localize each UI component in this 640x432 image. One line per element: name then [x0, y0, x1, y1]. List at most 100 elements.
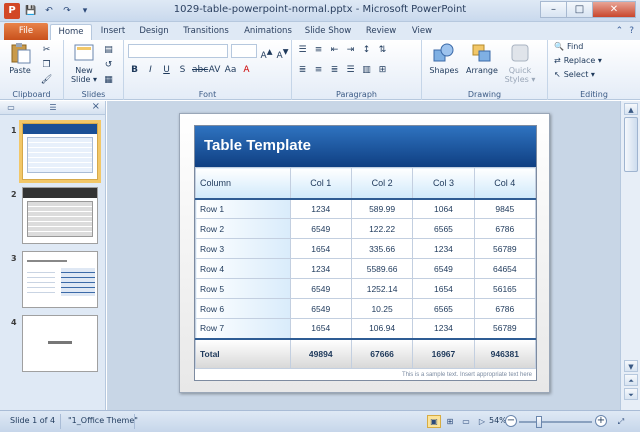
table-cell[interactable]: 6786: [473, 218, 537, 239]
bullets-icon[interactable]: ☰: [296, 44, 309, 57]
maximize-button[interactable]: □: [566, 1, 593, 18]
table-cell[interactable]: 6549: [289, 298, 352, 319]
align-center-icon[interactable]: ≡: [312, 64, 325, 77]
increase-indent-icon[interactable]: ⇥: [344, 44, 357, 57]
tab-design[interactable]: Design: [134, 24, 174, 40]
tab-home[interactable]: Home: [50, 24, 92, 40]
table-cell[interactable]: 6565: [412, 298, 475, 319]
table-cell[interactable]: 106.94: [350, 318, 414, 339]
numbering-icon[interactable]: ≡: [312, 44, 325, 57]
char-spacing-icon[interactable]: AV: [208, 64, 221, 77]
scroll-down-icon[interactable]: ▼: [624, 360, 638, 372]
table-cell[interactable]: 6549: [412, 258, 475, 279]
scroll-up-icon[interactable]: ▲: [624, 103, 638, 115]
current-slide[interactable]: Table Template Column Col 1 Col 2 Col 3 Col …: [179, 113, 550, 393]
italic-icon[interactable]: I: [144, 64, 157, 77]
zoom-out-button[interactable]: −: [505, 415, 517, 427]
table-row-label[interactable]: Total: [195, 337, 291, 369]
table-cell[interactable]: 9845: [473, 198, 537, 219]
outline-tab-icon[interactable]: ☰: [46, 103, 60, 113]
shapes-button[interactable]: Shapes: [426, 42, 462, 75]
close-button[interactable]: ✕: [592, 1, 636, 18]
table-cell[interactable]: Col 4: [473, 167, 537, 200]
table-cell[interactable]: 1252.14: [350, 278, 414, 299]
table-cell[interactable]: 6549: [289, 278, 352, 299]
theme-name[interactable]: "1_Office Theme": [68, 416, 138, 425]
find-button[interactable]: 🔍 Find: [554, 42, 583, 51]
grow-font-icon[interactable]: A▲: [260, 45, 273, 61]
table-cell[interactable]: 122.22: [350, 218, 414, 239]
line-spacing-icon[interactable]: ↕: [360, 44, 373, 57]
select-button[interactable]: ↖ Select ▾: [554, 70, 595, 79]
slide-thumbnail-1[interactable]: [19, 120, 101, 183]
slide-title[interactable]: Table Template: [204, 137, 311, 154]
tab-review[interactable]: Review: [362, 24, 400, 40]
columns-icon[interactable]: ▥: [360, 64, 373, 77]
new-slide-button[interactable]: New Slide ▾: [66, 42, 102, 84]
table-cell[interactable]: Col 3: [412, 167, 475, 200]
tab-insert[interactable]: Insert: [94, 24, 132, 40]
table-row-label[interactable]: Row 4: [195, 258, 291, 279]
slides-tab-icon[interactable]: ▭: [4, 103, 18, 113]
text-direction-icon[interactable]: ⇅: [376, 44, 389, 57]
table-row-label[interactable]: Row 6: [195, 298, 291, 319]
tab-transitions[interactable]: Transitions: [178, 24, 234, 40]
minimize-button[interactable]: –: [540, 1, 567, 18]
previous-slide-icon[interactable]: ⏶: [624, 374, 638, 386]
smartart-icon[interactable]: ⊞: [376, 64, 389, 77]
underline-icon[interactable]: U: [160, 64, 173, 77]
tab-view[interactable]: View: [406, 24, 438, 40]
cut-icon[interactable]: ✂: [40, 44, 53, 57]
table-row-label[interactable]: Column: [195, 167, 291, 200]
copy-icon[interactable]: ❐: [40, 59, 53, 72]
font-size-combo[interactable]: [231, 44, 257, 58]
quick-styles-button[interactable]: Quick Styles ▾: [502, 42, 538, 84]
table-cell[interactable]: 1654: [289, 238, 352, 259]
slide-thumbnail-4[interactable]: [22, 315, 98, 372]
table-cell[interactable]: 1654: [412, 278, 475, 299]
slide-editing-area[interactable]: Table Template Column Col 1 Col 2 Col 3 Col …: [107, 101, 620, 410]
font-family-combo[interactable]: [128, 44, 228, 58]
change-case-icon[interactable]: Aa: [224, 64, 237, 77]
zoom-in-button[interactable]: +: [595, 415, 607, 427]
table-row-label[interactable]: Row 5: [195, 278, 291, 299]
table-cell[interactable]: 1234: [412, 318, 475, 339]
table-cell[interactable]: 6549: [289, 218, 352, 239]
slide-thumbnail-3[interactable]: [22, 251, 98, 308]
paste-button[interactable]: Paste: [2, 42, 38, 75]
arrange-button[interactable]: Arrange: [464, 42, 500, 75]
format-painter-icon[interactable]: 🖌: [40, 74, 53, 87]
tab-animations[interactable]: Animations: [240, 24, 296, 40]
help-icon[interactable]: ?: [629, 26, 634, 36]
table-row-label[interactable]: Row 3: [195, 238, 291, 259]
tab-slide-show[interactable]: Slide Show: [302, 24, 354, 40]
bold-icon[interactable]: B: [128, 64, 141, 77]
strikethrough-icon[interactable]: abc: [192, 64, 208, 77]
table-cell[interactable]: 6565: [412, 218, 475, 239]
table-cell[interactable]: 16967: [412, 337, 475, 369]
table-cell[interactable]: 1234: [289, 198, 352, 219]
table-cell[interactable]: Col 1: [289, 167, 352, 200]
zoom-slider-thumb[interactable]: [536, 416, 542, 428]
table-cell[interactable]: 56789: [473, 318, 537, 339]
sample-note[interactable]: This is a sample text. Insert appropriat…: [402, 372, 532, 378]
table-cell[interactable]: 56789: [473, 238, 537, 259]
table-cell[interactable]: 1654: [289, 318, 352, 339]
table-row-label[interactable]: Row 1: [195, 198, 291, 219]
table-cell[interactable]: 1234: [289, 258, 352, 279]
layout-icon[interactable]: ▤: [102, 44, 115, 57]
reading-view-icon[interactable]: ▭: [459, 415, 473, 428]
minimize-ribbon-icon[interactable]: ⌃: [616, 26, 624, 36]
normal-view-icon[interactable]: ▣: [427, 415, 441, 428]
table-cell[interactable]: 946381: [473, 337, 537, 369]
align-right-icon[interactable]: ≣: [328, 64, 341, 77]
table-cell[interactable]: 1234: [412, 238, 475, 259]
table-row-label[interactable]: Row 2: [195, 218, 291, 239]
reset-icon[interactable]: ↺: [102, 59, 115, 72]
table-cell[interactable]: 67666: [350, 337, 414, 369]
table-cell[interactable]: 5589.66: [350, 258, 414, 279]
shadow-icon[interactable]: S: [176, 64, 189, 77]
vertical-scrollbar[interactable]: ▲ ▼ ⏶ ⏷: [620, 101, 640, 410]
table-cell[interactable]: 1064: [412, 198, 475, 219]
font-color-icon[interactable]: A: [240, 64, 253, 77]
